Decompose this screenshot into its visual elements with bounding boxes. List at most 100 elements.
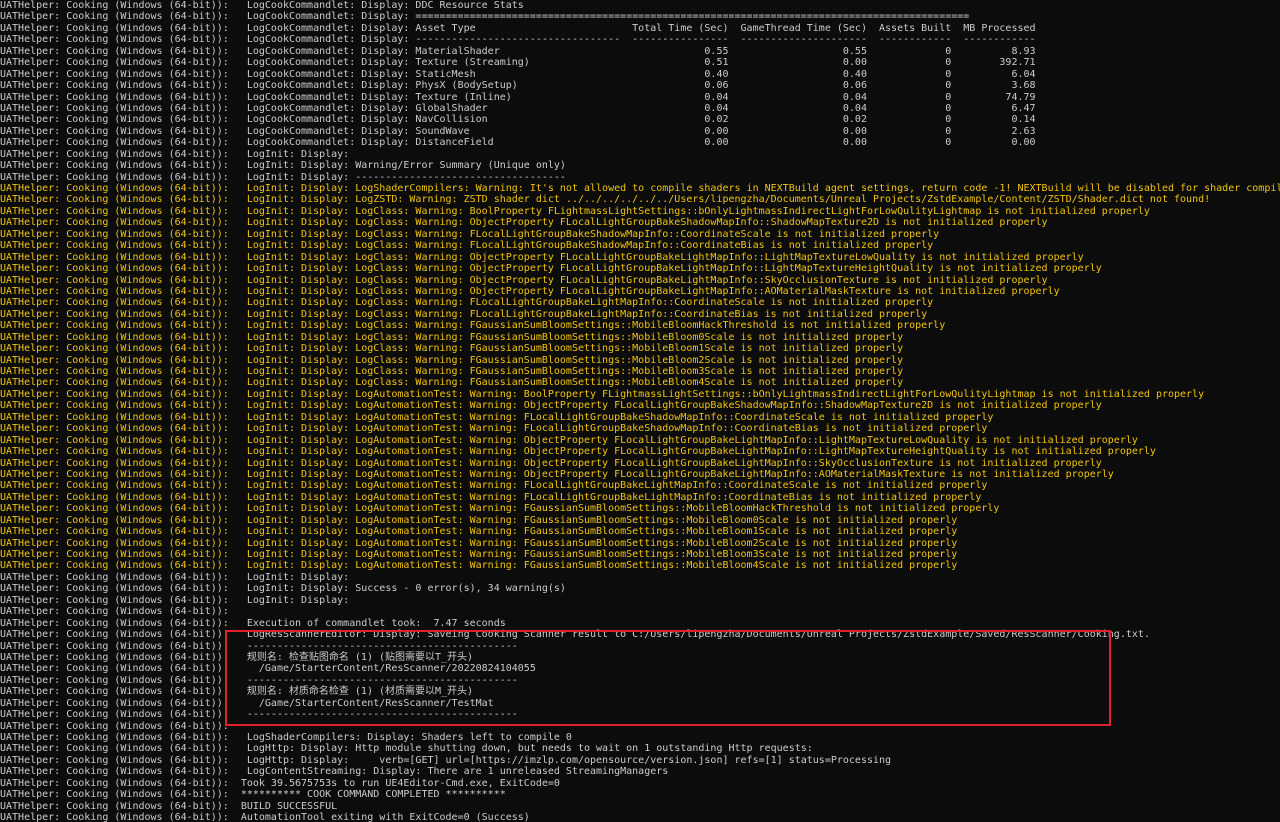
line-text: /Game/StarterContent/ResScanner/TestMat [240,697,494,709]
console-line: UATHelper: Cooking (Windows (64-bit)): L… [0,80,1280,91]
line-text: LogInit: Display: LogAutomationTest: War… [240,411,994,423]
line-text: LogInit: Display: LogAutomationTest: War… [240,468,1114,480]
line-prefix: UATHelper: Cooking (Windows (64-bit)): [0,629,241,641]
line-text: AutomationTool exiting with ExitCode=0 (… [240,812,530,822]
line-prefix: UATHelper: Cooking (Windows (64-bit)): [0,0,241,11]
line-text: /Game/StarterContent/ResScanner/20220824… [240,663,536,675]
line-prefix: UATHelper: Cooking (Windows (64-bit)): [0,91,241,103]
line-text: LogInit: Display: LogClass: Warning: Obj… [240,285,1060,297]
console-line: UATHelper: Cooking (Windows (64-bit)): L… [0,11,1280,22]
line-prefix: UATHelper: Cooking (Windows (64-bit)): [0,183,241,194]
line-text: BUILD SUCCESSFUL [240,800,338,812]
line-prefix: UATHelper: Cooking (Windows (64-bit)): [0,491,241,503]
line-prefix: UATHelper: Cooking (Windows (64-bit)): [0,434,241,446]
console-line: UATHelper: Cooking (Windows (64-bit)): L… [0,286,1280,297]
line-text: LogInit: Display: LogClass: Warning: Obj… [240,274,1048,286]
line-prefix: UATHelper: Cooking (Windows (64-bit)): [0,34,241,46]
line-prefix: UATHelper: Cooking (Windows (64-bit)): [0,789,241,801]
console-line: UATHelper: Cooking (Windows (64-bit)): L… [0,114,1280,125]
line-prefix: UATHelper: Cooking (Windows (64-bit)): [0,800,241,812]
line-text: LogInit: Display: LogAutomationTest: War… [240,549,958,560]
line-prefix: UATHelper: Cooking (Windows (64-bit)): [0,125,241,137]
line-text: LogInit: Display: LogClass: Warning: FLo… [240,240,934,252]
line-text: LogInit: Display: LogClass: Warning: FGa… [240,354,904,366]
line-text: LogInit: Display: [240,148,350,160]
console-line: UATHelper: Cooking (Windows (64-bit)): L… [0,297,1280,308]
line-prefix: UATHelper: Cooking (Windows (64-bit)): [0,366,241,377]
line-text: LogInit: Display: LogAutomationTest: War… [240,537,958,549]
line-prefix: UATHelper: Cooking (Windows (64-bit)): [0,308,241,320]
console-output[interactable]: UATHelper: Cooking (Windows (64-bit)): L… [0,0,1280,822]
console-line: UATHelper: Cooking (Windows (64-bit)): L… [0,332,1280,343]
line-text: LogShaderCompilers: Display: Shaders lef… [240,732,572,743]
line-text: LogContentStreaming: Display: There are … [240,766,669,778]
console-line: UATHelper: Cooking (Windows (64-bit)): L… [0,446,1280,457]
console-line: UATHelper: Cooking (Windows (64-bit)): L… [0,343,1280,354]
console-line: UATHelper: Cooking (Windows (64-bit)): L… [0,252,1280,263]
line-prefix: UATHelper: Cooking (Windows (64-bit)): [0,674,241,686]
line-text: LogInit: Display: LogClass: Warning: FLo… [240,297,934,309]
line-text: LogInit: Display: LogClass: Warning: Obj… [240,251,1084,263]
line-prefix: UATHelper: Cooking (Windows (64-bit)): [0,45,241,57]
line-prefix: UATHelper: Cooking (Windows (64-bit)): [0,171,241,183]
console-line: UATHelper: Cooking (Windows (64-bit)): B… [0,801,1280,812]
line-text: LogCookCommandlet: Display: DistanceFiel… [240,137,1036,149]
console-line: UATHelper: Cooking (Windows (64-bit)): L… [0,137,1280,148]
console-line: UATHelper: Cooking (Windows (64-bit)): L… [0,412,1280,423]
line-prefix: UATHelper: Cooking (Windows (64-bit)): [0,274,241,286]
line-prefix: UATHelper: Cooking (Windows (64-bit)): [0,709,241,721]
console-line: UATHelper: Cooking (Windows (64-bit)): L… [0,263,1280,274]
line-text: 规则名: 检查贴图命名 (1) (贴图需要以T_开头) [240,651,474,663]
line-prefix: UATHelper: Cooking (Windows (64-bit)): [0,526,241,538]
console-line: UATHelper: Cooking (Windows (64-bit)): L… [0,23,1280,34]
line-text: LogInit: Display: LogAutomationTest: War… [240,400,1102,412]
console-line: UATHelper: Cooking (Windows (64-bit)): L… [0,366,1280,377]
line-prefix: UATHelper: Cooking (Windows (64-bit)): [0,320,241,332]
line-text: LogInit: Display: LogAutomationTest: War… [240,560,958,572]
console-line: UATHelper: Cooking (Windows (64-bit)): 规… [0,686,1280,697]
console-line: UATHelper: Cooking (Windows (64-bit)): L… [0,595,1280,606]
console-line: UATHelper: Cooking (Windows (64-bit)): L… [0,103,1280,114]
line-text: LogInit: Display: LogAutomationTest: War… [240,503,1000,515]
console-line: UATHelper: Cooking (Windows (64-bit)): -… [0,675,1280,686]
line-text: LogInit: Display: LogAutomationTest: War… [240,446,1156,458]
console-line: UATHelper: Cooking (Windows (64-bit)): /… [0,698,1280,709]
line-prefix: UATHelper: Cooking (Windows (64-bit)): [0,423,241,435]
line-prefix: UATHelper: Cooking (Windows (64-bit)): [0,343,241,355]
console-line: UATHelper: Cooking (Windows (64-bit)): -… [0,641,1280,652]
line-text: LogInit: Display: LogClass: Warning: Obj… [240,263,1102,275]
console-line: UATHelper: Cooking (Windows (64-bit)): L… [0,389,1280,400]
line-text: LogInit: Display: LogClass: Warning: FGa… [240,377,904,389]
line-text: ----------------------------------------… [240,709,518,721]
line-prefix: UATHelper: Cooking (Windows (64-bit)): [0,240,241,252]
line-text: LogInit: Display: ----------------------… [240,171,566,183]
console-line: UATHelper: Cooking (Windows (64-bit)): L… [0,560,1280,571]
line-text: LogCookCommandlet: Display: SoundWave 0.… [240,125,1036,137]
line-prefix: UATHelper: Cooking (Windows (64-bit)): [0,640,241,652]
line-prefix: UATHelper: Cooking (Windows (64-bit)): [0,720,241,732]
line-prefix: UATHelper: Cooking (Windows (64-bit)): [0,732,241,743]
console-line: UATHelper: Cooking (Windows (64-bit)): L… [0,229,1280,240]
console-line: UATHelper: Cooking (Windows (64-bit)): L… [0,57,1280,68]
line-prefix: UATHelper: Cooking (Windows (64-bit)): [0,228,241,240]
console-line: UATHelper: Cooking (Windows (64-bit)): L… [0,194,1280,205]
console-line: UATHelper: Cooking (Windows (64-bit)): L… [0,183,1280,194]
console-line: UATHelper: Cooking (Windows (64-bit)): T… [0,778,1280,789]
console-line: UATHelper: Cooking (Windows (64-bit)): L… [0,34,1280,45]
line-prefix: UATHelper: Cooking (Windows (64-bit)): [0,388,241,400]
line-text: LogCookCommandlet: Display: PhysX (BodyS… [240,80,1036,92]
line-text: LogInit: Display: LogClass: Warning: Boo… [240,205,1150,217]
line-prefix: UATHelper: Cooking (Windows (64-bit)): [0,194,241,206]
console-line: UATHelper: Cooking (Windows (64-bit)): L… [0,309,1280,320]
console-line: UATHelper: Cooking (Windows (64-bit)): L… [0,515,1280,526]
line-text: LogInit: Display: LogAutomationTest: War… [240,491,982,503]
line-prefix: UATHelper: Cooking (Windows (64-bit)): [0,743,241,755]
line-text: LogCookCommandlet: Display: Texture (Str… [240,57,1036,69]
console-line: UATHelper: Cooking (Windows (64-bit)): -… [0,709,1280,720]
line-text: 规则名: 材质命名检查 (1) (材质需要以M_开头) [240,686,474,698]
line-prefix: UATHelper: Cooking (Windows (64-bit)): [0,503,241,515]
console-line: UATHelper: Cooking (Windows (64-bit)): L… [0,126,1280,137]
line-prefix: UATHelper: Cooking (Windows (64-bit)): [0,11,241,23]
line-text: LogCookCommandlet: Display: MaterialShad… [240,45,1036,57]
line-prefix: UATHelper: Cooking (Windows (64-bit)): [0,560,241,572]
